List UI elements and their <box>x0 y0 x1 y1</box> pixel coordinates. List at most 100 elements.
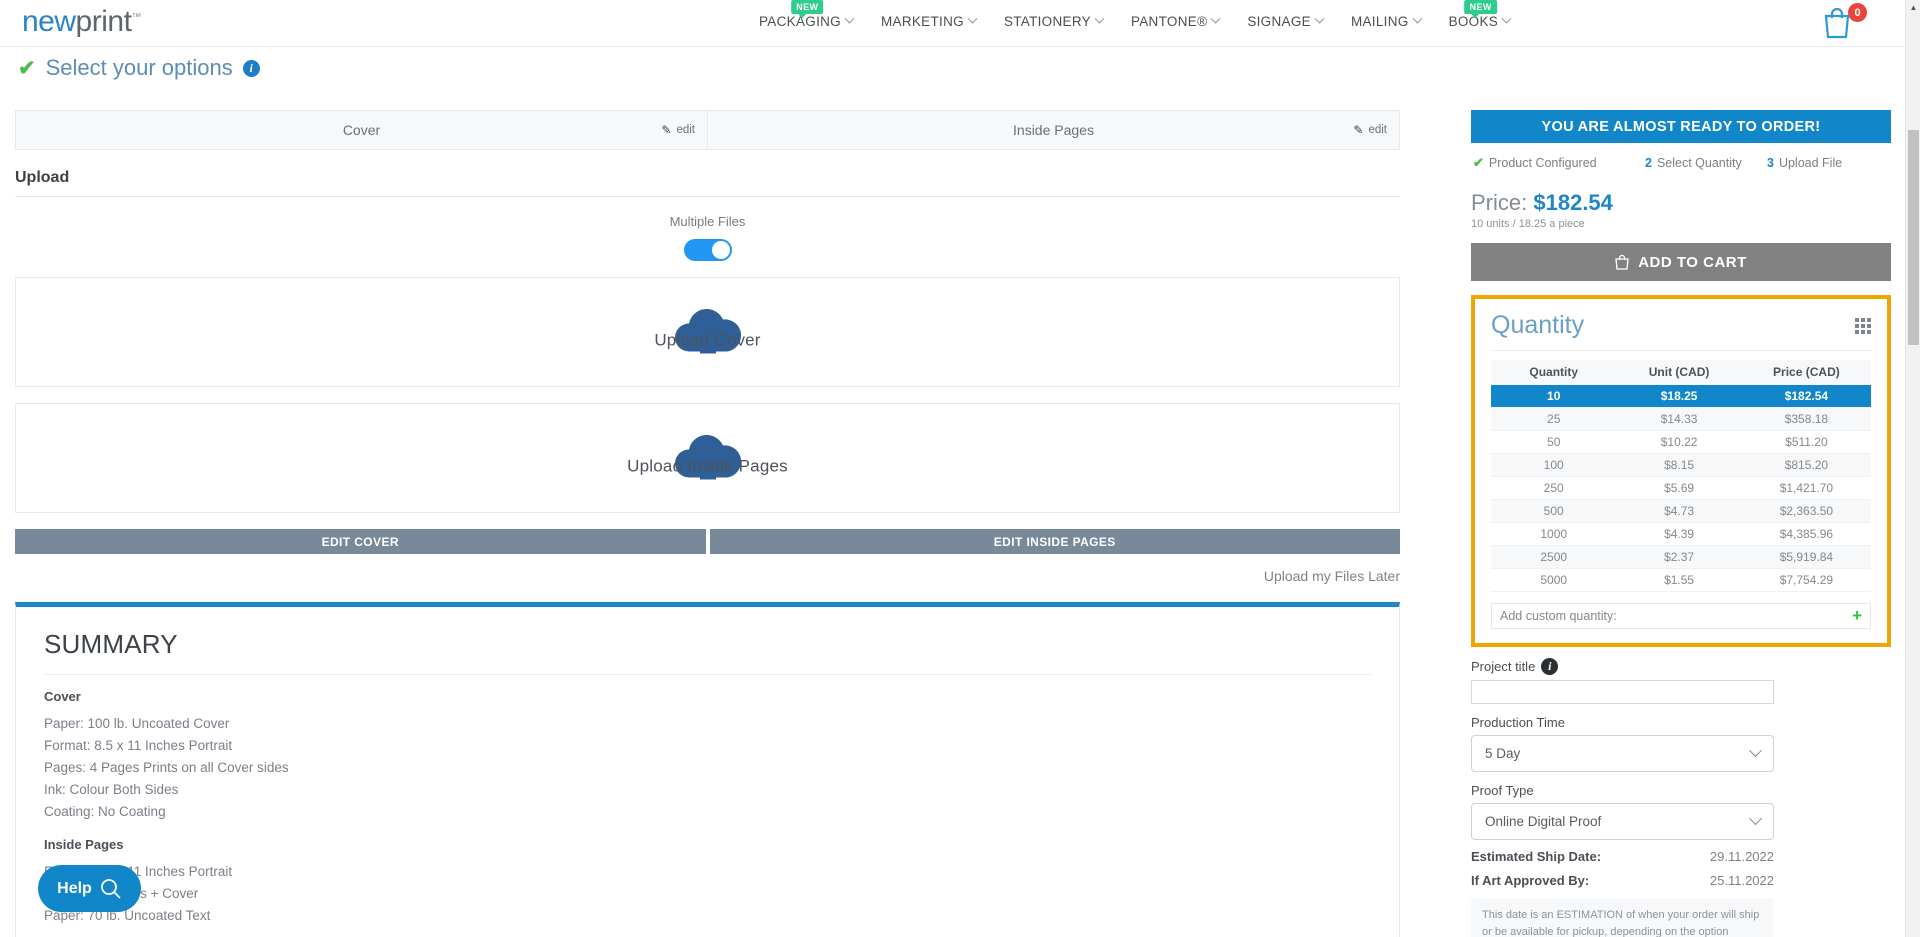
cart-count-badge: 0 <box>1848 3 1867 22</box>
table-row[interactable]: 50 $10.22 $511.20 <box>1491 431 1871 454</box>
table-row[interactable]: 10 $18.25 $182.54 <box>1491 385 1871 408</box>
table-row[interactable]: 1000 $4.39 $4,385.96 <box>1491 523 1871 546</box>
upload-cover-dropzone[interactable]: Upload Cover <box>15 277 1400 387</box>
cell-unit: $4.73 <box>1616 500 1741 523</box>
summary-title: SUMMARY <box>44 629 1371 675</box>
page-scrollbar[interactable]: ▲ <box>1905 0 1920 937</box>
cell-price: $5,919.84 <box>1742 546 1871 569</box>
ship-date-label: Estimated Ship Date: <box>1471 849 1601 864</box>
check-icon: ✔ <box>18 56 36 81</box>
step-upload-file[interactable]: 3 Upload File <box>1767 156 1842 170</box>
cell-unit: $8.15 <box>1616 454 1741 477</box>
main-content: Cover ✎ edit Inside Pages ✎ edit Upload … <box>15 110 1400 937</box>
order-sidebar: YOU ARE ALMOST READY TO ORDER! ✔ Product… <box>1471 110 1891 937</box>
edit-cover-button[interactable]: EDIT COVER <box>15 529 706 554</box>
price-value: $182.54 <box>1533 190 1613 215</box>
quantity-price-table: Quantity Unit (CAD) Price (CAD) 10 $18.2… <box>1491 360 1871 592</box>
logo-text-print: print <box>76 5 132 38</box>
edit-inside-pages-button[interactable]: EDIT INSIDE PAGES <box>710 529 1401 554</box>
upload-inside-pages-dropzone[interactable]: Upload Inside Pages <box>15 403 1400 513</box>
newprint-logo[interactable]: newprint™ <box>22 5 141 39</box>
cell-price: $7,754.29 <box>1742 569 1871 592</box>
cell-quantity: 250 <box>1491 477 1616 500</box>
upload-files-later-link[interactable]: Upload my Files Later <box>15 568 1400 584</box>
art-approved-value: 25.11.2022 <box>1710 873 1774 888</box>
cell-price: $4,385.96 <box>1742 523 1871 546</box>
pencil-icon: ✎ <box>1353 123 1363 137</box>
nav-item-pantone[interactable]: PANTONE® <box>1117 14 1233 29</box>
scroll-up-arrow-icon[interactable]: ▲ <box>1906 0 1920 15</box>
cell-price: $358.18 <box>1742 408 1871 431</box>
summary-group-heading: Inside Pages <box>44 837 1371 852</box>
edit-cover-link[interactable]: ✎ edit <box>661 123 695 137</box>
chevron-down-icon <box>1211 14 1221 24</box>
edit-inside-pages-link[interactable]: ✎ edit <box>1353 123 1387 137</box>
production-time-select[interactable]: 5 Day <box>1471 735 1774 772</box>
chevron-down-icon <box>1749 812 1762 825</box>
proof-type-select[interactable]: Online Digital Proof <box>1471 803 1774 840</box>
nav-item-stationery[interactable]: STATIONERY <box>990 14 1117 29</box>
info-icon[interactable]: i <box>243 60 260 77</box>
nav-item-packaging[interactable]: NEW PACKAGING <box>745 14 867 29</box>
summary-line: Coating: No Coating <box>44 801 1371 823</box>
plus-icon[interactable]: + <box>1852 606 1862 626</box>
upload-section-title: Upload <box>15 169 1400 197</box>
step-product-configured[interactable]: ✔ Product Configured <box>1473 155 1645 171</box>
multiple-files-toggle[interactable] <box>684 239 732 261</box>
cell-price: $182.54 <box>1742 385 1871 408</box>
ready-to-order-banner: YOU ARE ALMOST READY TO ORDER! <box>1471 110 1891 143</box>
art-approved-row: If Art Approved By: 25.11.2022 <box>1471 873 1774 888</box>
check-icon: ✔ <box>1473 155 1484 171</box>
table-row[interactable]: 250 $5.69 $1,421.70 <box>1491 477 1871 500</box>
summary-card: SUMMARY Cover Paper: 100 lb. Uncoated Co… <box>15 602 1400 937</box>
cell-quantity: 500 <box>1491 500 1616 523</box>
table-row[interactable]: 5000 $1.55 $7,754.29 <box>1491 569 1871 592</box>
project-title-input[interactable] <box>1471 680 1774 704</box>
table-row[interactable]: 25 $14.33 $358.18 <box>1491 408 1871 431</box>
step-select-quantity[interactable]: 2 Select Quantity <box>1645 156 1767 170</box>
add-to-cart-button[interactable]: ADD TO CART <box>1471 243 1891 281</box>
step-number: 3 <box>1767 156 1774 170</box>
cell-price: $2,363.50 <box>1742 500 1871 523</box>
summary-line: Ink: Colour Both Sides <box>44 779 1371 801</box>
top-navigation-bar: newprint™ NEW PACKAGING MARKETING STATIO… <box>0 0 1905 47</box>
ship-date-value: 29.11.2022 <box>1710 849 1774 864</box>
info-icon[interactable]: i <box>1541 658 1558 675</box>
main-menu: NEW PACKAGING MARKETING STATIONERY PANTO… <box>745 14 1524 29</box>
tab-inside-pages[interactable]: Inside Pages ✎ edit <box>707 111 1399 149</box>
page-title: ✔ Select your options i <box>18 55 260 81</box>
scrollbar-thumb[interactable] <box>1908 130 1919 345</box>
cart-button[interactable]: 0 <box>1821 5 1865 43</box>
price-subtext: 10 units / 18.25 a piece <box>1471 218 1891 230</box>
table-row[interactable]: 500 $4.73 $2,363.50 <box>1491 500 1871 523</box>
tab-label: Cover <box>343 122 380 138</box>
summary-line: Pages: 4 Pages Prints on all Cover sides <box>44 757 1371 779</box>
cell-price: $511.20 <box>1742 431 1871 454</box>
tab-cover[interactable]: Cover ✎ edit <box>16 111 707 149</box>
proof-type-value: Online Digital Proof <box>1485 814 1601 829</box>
cell-quantity: 1000 <box>1491 523 1616 546</box>
help-button[interactable]: Help <box>38 865 141 912</box>
summary-group-heading: Cover <box>44 689 1371 704</box>
step-label: Select Quantity <box>1657 156 1742 170</box>
summary-line: Format: 8.5 x 11 Inches Portrait <box>44 861 1371 883</box>
new-badge: NEW <box>791 0 823 14</box>
column-header-unit: Unit (CAD) <box>1616 360 1741 385</box>
upload-inside-pages-label: Upload Inside Pages <box>16 456 1399 476</box>
nav-item-mailing[interactable]: MAILING <box>1337 14 1435 29</box>
cell-unit: $14.33 <box>1616 408 1741 431</box>
grid-icon[interactable] <box>1855 318 1871 334</box>
cell-quantity: 10 <box>1491 385 1616 408</box>
summary-line: Format: 8.5 x 11 Inches Portrait <box>44 735 1371 757</box>
chevron-down-icon <box>1315 14 1325 24</box>
table-row[interactable]: 2500 $2.37 $5,919.84 <box>1491 546 1871 569</box>
summary-line: Paper: 70 lb. Uncoated Text <box>44 905 1371 927</box>
table-row[interactable]: 100 $8.15 $815.20 <box>1491 454 1871 477</box>
nav-item-signage[interactable]: SIGNAGE <box>1233 14 1337 29</box>
custom-quantity-row[interactable]: Add custom quantity: + <box>1491 603 1871 629</box>
nav-item-books[interactable]: NEW BOOKS <box>1435 14 1525 29</box>
nav-item-marketing[interactable]: MARKETING <box>867 14 990 29</box>
table-header-row: Quantity Unit (CAD) Price (CAD) <box>1491 360 1871 385</box>
search-icon <box>100 878 122 900</box>
cell-price: $1,421.70 <box>1742 477 1871 500</box>
